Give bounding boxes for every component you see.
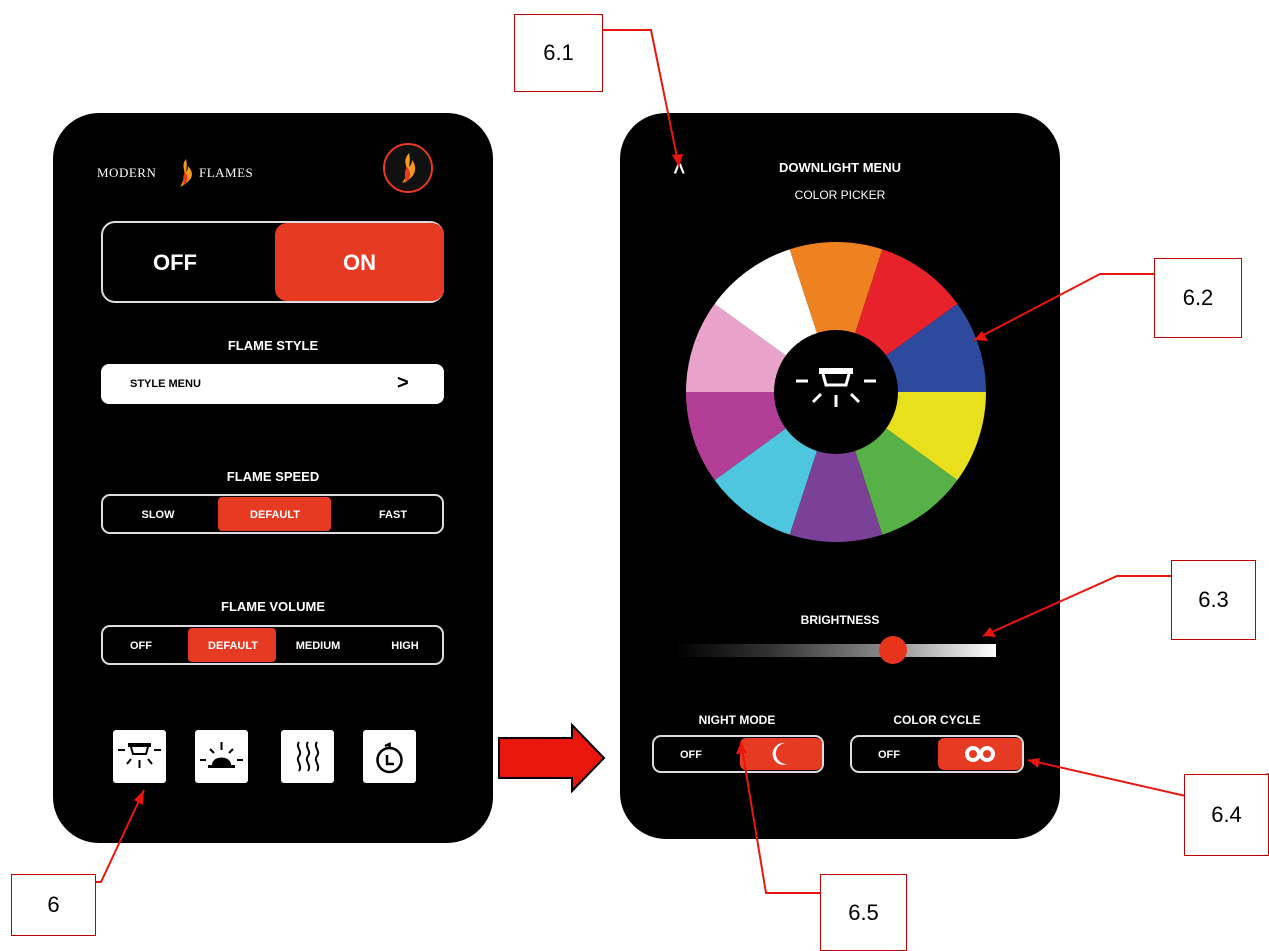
page-subtitle: COLOR PICKER bbox=[794, 188, 886, 202]
night-mode-off-button[interactable]: OFF bbox=[666, 749, 716, 761]
flame-speed-option-fast[interactable]: FAST bbox=[353, 509, 433, 521]
uplight-button[interactable] bbox=[195, 730, 248, 783]
flame-volume-option-default[interactable]: DEFAULT bbox=[191, 640, 275, 652]
moon-icon bbox=[772, 742, 788, 765]
timer-icon bbox=[376, 742, 403, 774]
downlight-button[interactable] bbox=[113, 730, 166, 783]
flame-volume-heading: FLAME VOLUME bbox=[221, 599, 325, 614]
night-mode-toggle[interactable]: OFF bbox=[652, 735, 824, 773]
callout-6: 6 bbox=[11, 874, 96, 936]
back-button[interactable]: < bbox=[666, 163, 689, 175]
color-wheel[interactable] bbox=[684, 240, 988, 544]
color-cycle-label: COLOR CYCLE bbox=[893, 713, 981, 727]
main-screen: MODERN FLAMES OFF ON FLAME STYLE STYLE M… bbox=[53, 113, 493, 843]
downlight-icon bbox=[118, 743, 161, 768]
heat-icon bbox=[296, 741, 320, 772]
power-on-button[interactable]: ON bbox=[343, 250, 376, 276]
power-toggle[interactable]: OFF ON bbox=[101, 221, 444, 303]
brightness-label: BRIGHTNESS bbox=[800, 613, 880, 627]
night-mode-label: NIGHT MODE bbox=[698, 713, 776, 727]
flame-volume-option-off[interactable]: OFF bbox=[111, 640, 171, 652]
brand-name-left: MODERN bbox=[97, 165, 157, 180]
downlight-menu-screen: < DOWNLIGHT MENU COLOR PICKER BRIGHTNESS… bbox=[620, 113, 1060, 839]
callout-6-4: 6.4 bbox=[1184, 774, 1269, 856]
page-title: DOWNLIGHT MENU bbox=[778, 160, 902, 175]
callout-6-1: 6.1 bbox=[514, 14, 603, 92]
transition-arrow-icon bbox=[498, 722, 606, 794]
flame-volume-selector[interactable]: OFF DEFAULT MEDIUM HIGH bbox=[101, 625, 444, 665]
flame-volume-option-medium[interactable]: MEDIUM bbox=[278, 640, 358, 652]
brightness-slider[interactable] bbox=[674, 636, 996, 664]
color-cycle-off-button[interactable]: OFF bbox=[864, 749, 914, 761]
brand-name-right: FLAMES bbox=[199, 165, 254, 180]
color-wheel-center bbox=[774, 330, 898, 454]
power-off-button[interactable]: OFF bbox=[153, 250, 197, 276]
brand-logo: MODERN FLAMES bbox=[97, 158, 297, 190]
flame-speed-option-default[interactable]: DEFAULT bbox=[231, 509, 319, 521]
brand-flame-icon bbox=[180, 159, 192, 187]
infinity-icon bbox=[965, 746, 995, 762]
flame-style-heading: FLAME STYLE bbox=[227, 338, 319, 353]
timer-button[interactable] bbox=[363, 730, 416, 783]
flame-speed-heading: FLAME SPEED bbox=[226, 469, 320, 484]
callout-6-2: 6.2 bbox=[1154, 258, 1242, 338]
flame-emblem-icon bbox=[383, 143, 433, 193]
brightness-slider-thumb[interactable] bbox=[878, 636, 907, 664]
style-menu-button[interactable]: STYLE MENU > bbox=[101, 364, 444, 404]
color-cycle-toggle[interactable]: OFF bbox=[850, 735, 1024, 773]
flame-volume-option-high[interactable]: HIGH bbox=[371, 640, 439, 652]
night-mode-on-button[interactable] bbox=[740, 738, 822, 770]
callout-6-5: 6.5 bbox=[820, 874, 907, 951]
heat-button[interactable] bbox=[281, 730, 334, 783]
flame-speed-option-slow[interactable]: SLOW bbox=[123, 509, 193, 521]
uplight-icon bbox=[200, 742, 243, 768]
style-menu-arrow-icon: > bbox=[397, 372, 409, 394]
color-cycle-on-button[interactable] bbox=[938, 738, 1022, 770]
flame-speed-selector[interactable]: SLOW DEFAULT FAST bbox=[101, 494, 444, 534]
style-menu-label: STYLE MENU bbox=[130, 378, 201, 390]
callout-6-3: 6.3 bbox=[1171, 560, 1256, 640]
